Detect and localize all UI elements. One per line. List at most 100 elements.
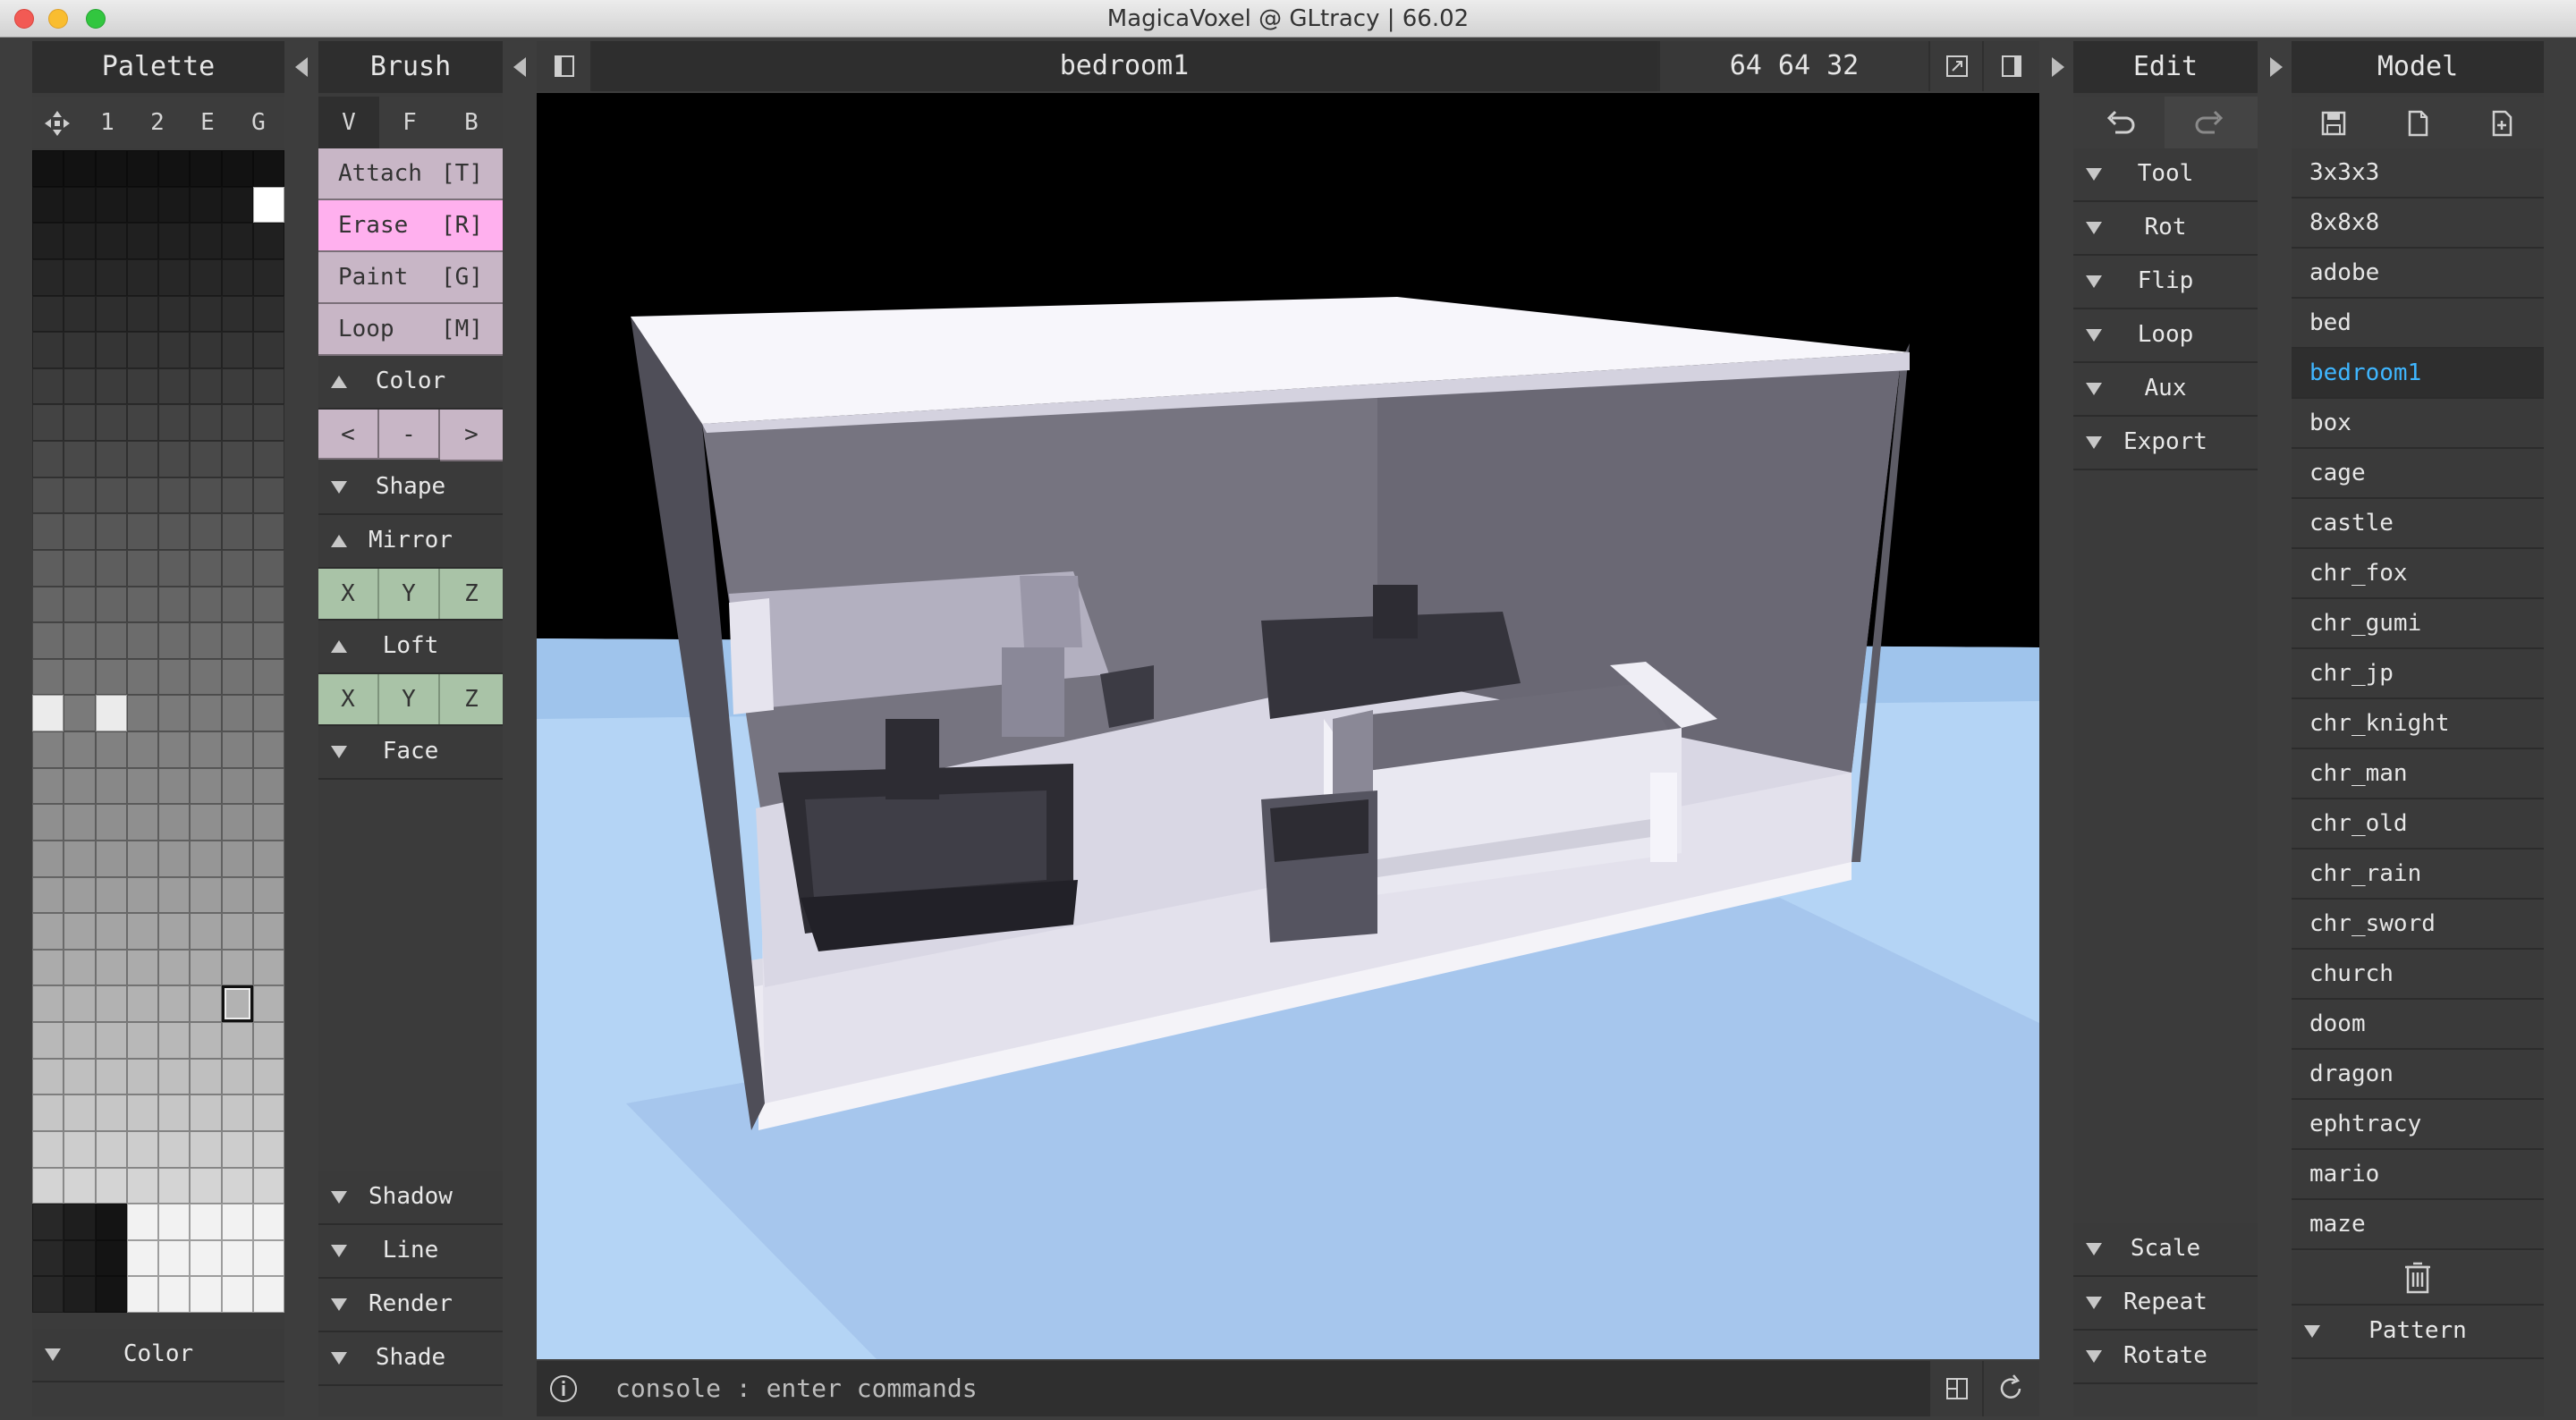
model-list-item[interactable]: chr_sword	[2292, 900, 2544, 950]
palette-swatch[interactable]	[190, 332, 222, 368]
model-name-title[interactable]: bedroom1	[592, 41, 1657, 91]
palette-swatch[interactable]	[221, 658, 253, 696]
palette-swatch[interactable]	[32, 804, 64, 841]
palette-swatch[interactable]	[252, 876, 284, 914]
palette-swatch[interactable]	[32, 1276, 64, 1313]
palette-swatch[interactable]	[190, 258, 222, 296]
palette-swatch[interactable]	[190, 804, 222, 841]
palette-swatch[interactable]	[252, 549, 284, 587]
palette-swatch[interactable]	[221, 949, 253, 986]
toggle-left-panel-icon[interactable]	[537, 41, 590, 91]
palette-swatch[interactable]	[126, 767, 158, 805]
palette-swatch[interactable]	[95, 404, 127, 441]
palette-swatch[interactable]	[95, 767, 127, 805]
palette-swatch[interactable]	[64, 513, 96, 550]
palette-swatch[interactable]	[126, 695, 158, 731]
palette-swatch[interactable]	[190, 731, 222, 768]
palette-swatch[interactable]	[158, 1130, 191, 1168]
loft-z-button[interactable]: Z	[440, 674, 503, 724]
palette-swatch[interactable]	[252, 767, 284, 805]
palette-swatch[interactable]	[252, 622, 284, 659]
palette-swatch[interactable]	[221, 1239, 253, 1277]
palette-swatch[interactable]	[221, 913, 253, 950]
palette-swatch[interactable]	[221, 513, 253, 550]
palette-swatch[interactable]	[32, 295, 64, 333]
palette-swatch[interactable]	[221, 332, 253, 368]
palette-swatch[interactable]	[32, 332, 64, 368]
palette-swatch[interactable]	[32, 767, 64, 805]
palette-swatch[interactable]	[190, 586, 222, 623]
palette-swatch[interactable]	[95, 1204, 127, 1240]
palette-swatch[interactable]	[32, 150, 64, 187]
brush-color-section[interactable]: Color	[318, 356, 503, 410]
brush-mode-v[interactable]: V	[318, 97, 379, 148]
palette-swatch[interactable]	[221, 1276, 253, 1313]
3d-viewport[interactable]	[537, 93, 2039, 1359]
palette-swatch[interactable]	[64, 985, 96, 1022]
model-list-item[interactable]: dragon	[2292, 1050, 2544, 1100]
palette-swatch[interactable]	[252, 840, 284, 877]
palette-swatch[interactable]	[32, 586, 64, 623]
palette-swatch[interactable]	[126, 477, 158, 514]
model-list-item[interactable]: box	[2292, 399, 2544, 449]
palette-swatch[interactable]	[64, 1204, 96, 1240]
open-file-icon[interactable]	[2376, 97, 2460, 148]
palette-swatch[interactable]	[190, 949, 222, 986]
palette-swatch[interactable]	[158, 1167, 191, 1204]
palette-swatch[interactable]	[158, 695, 191, 731]
palette-swatch[interactable]	[95, 223, 127, 259]
palette-swatch[interactable]	[126, 441, 158, 478]
render-section[interactable]: Render	[318, 1279, 503, 1332]
palette-swatch[interactable]	[252, 368, 284, 405]
palette-swatch[interactable]	[252, 985, 284, 1022]
palette-swatch[interactable]	[158, 223, 191, 259]
model-list-item[interactable]: bed	[2292, 299, 2544, 349]
palette-swatch[interactable]	[126, 804, 158, 841]
model-list-item[interactable]: 3x3x3	[2292, 148, 2544, 199]
palette-swatch[interactable]	[64, 332, 96, 368]
palette-swatch[interactable]	[64, 1239, 96, 1277]
palette-swatch[interactable]	[252, 586, 284, 623]
export-section[interactable]: Export	[2073, 417, 2258, 470]
palette-swatch[interactable]	[221, 985, 253, 1022]
palette-swatch[interactable]	[126, 586, 158, 623]
palette-swatch[interactable]	[221, 1204, 253, 1240]
palette-swatch[interactable]	[221, 549, 253, 587]
palette-swatch[interactable]	[158, 513, 191, 550]
palette-swatch[interactable]	[64, 949, 96, 986]
palette-swatch[interactable]	[95, 840, 127, 877]
scale-section[interactable]: Scale	[2073, 1223, 2258, 1277]
palette-swatch[interactable]	[158, 295, 191, 333]
palette-swatch[interactable]	[32, 731, 64, 768]
flip-section[interactable]: Flip	[2073, 256, 2258, 309]
palette-swatch[interactable]	[126, 332, 158, 368]
palette-swatch[interactable]	[190, 876, 222, 914]
palette-swatch[interactable]	[126, 840, 158, 877]
palette-swatch[interactable]	[95, 368, 127, 405]
palette-swatch[interactable]	[190, 913, 222, 950]
palette-swatch[interactable]	[64, 1058, 96, 1095]
palette-swatch[interactable]	[126, 549, 158, 587]
palette-swatch[interactable]	[158, 840, 191, 877]
palette-tab-e[interactable]: E	[182, 97, 233, 148]
palette-swatch[interactable]	[252, 913, 284, 950]
model-list-item[interactable]: adobe	[2292, 249, 2544, 299]
palette-swatch[interactable]	[190, 295, 222, 333]
palette-swatch[interactable]	[158, 586, 191, 623]
palette-swatch[interactable]	[221, 586, 253, 623]
palette-swatch[interactable]	[190, 1095, 222, 1131]
palette-swatch[interactable]	[221, 1130, 253, 1168]
palette-swatch[interactable]	[32, 513, 64, 550]
shadow-section[interactable]: Shadow	[318, 1171, 503, 1225]
palette-swatch[interactable]	[32, 985, 64, 1022]
collapse-left-icon[interactable]	[295, 57, 308, 77]
palette-swatch[interactable]	[32, 658, 64, 696]
palette-swatch[interactable]	[252, 150, 284, 187]
palette-swatch[interactable]	[126, 1276, 158, 1313]
palette-swatch[interactable]	[252, 295, 284, 333]
palette-color-section[interactable]: Color	[32, 1329, 284, 1382]
palette-swatch[interactable]	[158, 949, 191, 986]
palette-swatch[interactable]	[252, 1058, 284, 1095]
palette-swatch[interactable]	[252, 658, 284, 696]
model-list-item[interactable]: bedroom1	[2292, 349, 2544, 399]
